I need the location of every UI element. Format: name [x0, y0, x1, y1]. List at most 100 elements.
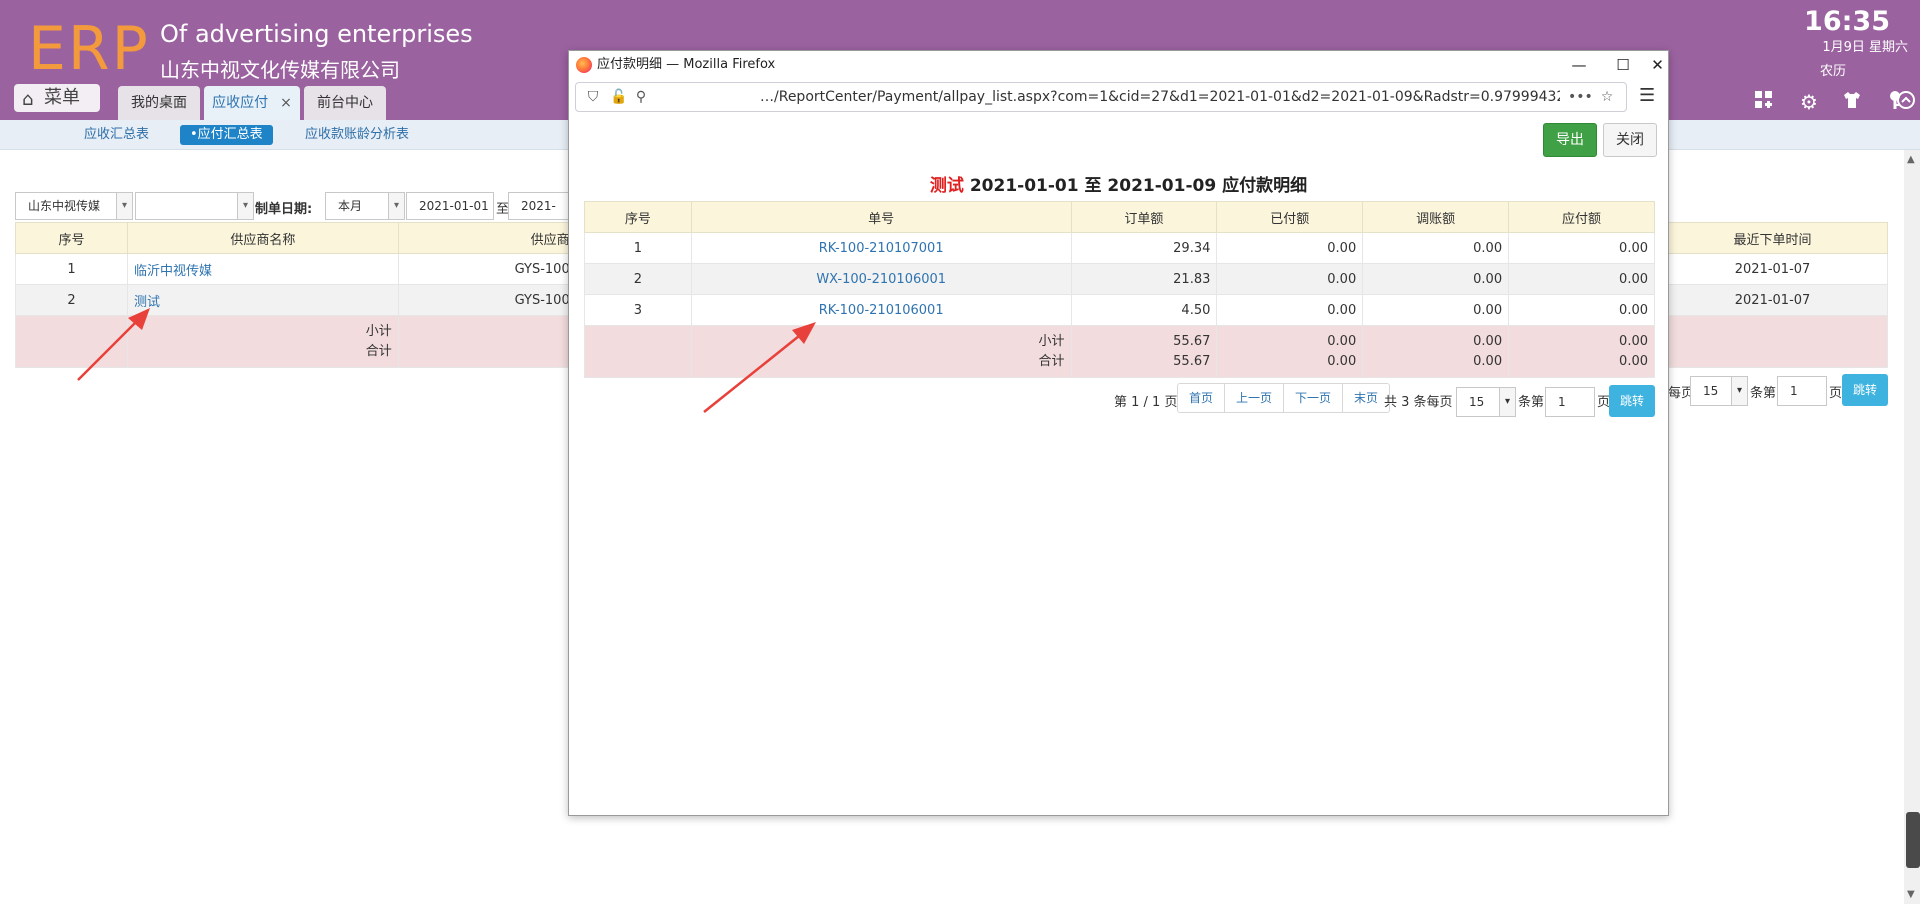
- export-button[interactable]: 导出: [1543, 123, 1597, 157]
- row-number: 3: [584, 294, 692, 326]
- total-payable: 0.00: [1619, 353, 1648, 369]
- supplier-code: GYS-100-0: [397, 253, 584, 285]
- cell-empty: [397, 315, 584, 368]
- row-number: 1: [15, 253, 128, 285]
- adjust-amount: 0.00: [1362, 263, 1510, 295]
- total-labels: 小计 合计: [126, 315, 399, 368]
- menu-label: 菜单: [44, 87, 80, 108]
- logo: ERP: [28, 14, 150, 84]
- pager-last[interactable]: 末页: [1343, 384, 1389, 412]
- subtotal-payable: 0.00: [1619, 333, 1648, 349]
- close-button[interactable]: 关闭: [1603, 123, 1657, 157]
- subnav-aging-analysis[interactable]: 应收款账龄分析表: [305, 125, 409, 145]
- page-number-input[interactable]: 1: [1545, 387, 1595, 417]
- supplier-link[interactable]: 临沂中视传媒: [134, 264, 212, 279]
- maximize-icon[interactable]: ☐: [1601, 51, 1645, 79]
- tab-my-desktop[interactable]: 我的桌面: [118, 86, 200, 120]
- pager-count-info: 共 3 条每页: [1384, 395, 1453, 410]
- close-icon[interactable]: ×: [280, 95, 292, 111]
- chevron-down-icon: ▾: [116, 193, 132, 219]
- order-link[interactable]: WX-100-210106001: [816, 272, 946, 287]
- url-text[interactable]: …/ReportCenter/Payment/allpay_list.aspx?…: [760, 83, 1560, 111]
- subnav-payable-summary[interactable]: •应付汇总表: [180, 125, 273, 145]
- col-header: 序号: [584, 201, 692, 233]
- tab-label: 我的桌面: [131, 95, 187, 111]
- bg-pager-item-label: 条第: [1750, 386, 1777, 401]
- chevron-down-icon: ▾: [1499, 388, 1515, 416]
- subtotal-paid: 0.00: [1327, 333, 1357, 349]
- pager-first[interactable]: 首页: [1178, 384, 1226, 412]
- window-title: 应付款明细 — Mozilla Firefox: [597, 57, 776, 72]
- adjust-amount: 0.00: [1362, 294, 1510, 326]
- total-adjust: 0.00: [1473, 353, 1503, 369]
- payable-amount: 0.00: [1508, 263, 1655, 295]
- clock: 16:35: [1804, 6, 1890, 37]
- col-header: 序号: [15, 222, 128, 254]
- order-link[interactable]: RK-100-210106001: [819, 303, 944, 318]
- annotation-arrow: [77, 308, 150, 381]
- menu-button[interactable]: ⌂ 菜单: [14, 84, 100, 112]
- home-icon: ⌂: [22, 89, 34, 110]
- tab-receivable-payable[interactable]: 应收应付 ×: [204, 86, 300, 120]
- order-link[interactable]: RK-100-210107001: [819, 241, 944, 256]
- period-select-value: 本月: [338, 199, 363, 213]
- col-header: 已付额: [1216, 201, 1364, 233]
- table-header-row: 序号 单号 订单额 已付额 调账额 应付额: [584, 201, 1655, 233]
- date: 1月9日 星期六: [1822, 40, 1908, 55]
- chevron-up-icon[interactable]: [1896, 90, 1916, 114]
- lunar-calendar-link[interactable]: 农历: [1820, 60, 1846, 79]
- start-date-input[interactable]: 2021-01-01: [406, 192, 494, 220]
- company-select[interactable]: 山东中视传媒 ▾: [15, 192, 133, 220]
- bookmark-star-icon[interactable]: ☆: [1598, 88, 1616, 106]
- last-order-date: 2021-01-07: [1657, 253, 1888, 285]
- scroll-down-icon[interactable]: ▼: [1907, 889, 1915, 900]
- cell-empty: [1657, 315, 1888, 368]
- close-window-icon[interactable]: ✕: [1645, 51, 1670, 79]
- payable-amount: 0.00: [1508, 294, 1655, 326]
- chevron-down-icon: ▾: [1731, 377, 1747, 405]
- bg-jump-button[interactable]: 跳转: [1842, 374, 1888, 406]
- secondary-select[interactable]: ▾: [135, 192, 254, 220]
- period-select[interactable]: 本月 ▾: [325, 192, 405, 220]
- page-size-select[interactable]: 15 ▾: [1456, 387, 1516, 417]
- row-number: 2: [584, 263, 692, 295]
- pager-next[interactable]: 下一页: [1284, 384, 1344, 412]
- end-date-input[interactable]: 2021-01-: [508, 192, 568, 239]
- minimize-icon[interactable]: —: [1557, 51, 1601, 79]
- row-number: 1: [584, 232, 692, 264]
- permissions-icon[interactable]: ⚲: [632, 88, 650, 106]
- report-title-range: 2021-01-01 至 2021-01-09 应付款明细: [963, 176, 1308, 196]
- shirt-icon[interactable]: [1840, 90, 1864, 114]
- annotation-arrow: [703, 322, 816, 413]
- side-widget[interactable]: [1906, 812, 1920, 868]
- table-row: 2 WX-100-210106001 21.83 0.00 0.00 0.00: [584, 263, 1655, 295]
- apps-grid-icon[interactable]: [1752, 90, 1776, 114]
- subnav-receivable-summary[interactable]: 应收汇总表: [84, 125, 149, 145]
- shield-icon[interactable]: ⛉: [584, 88, 602, 106]
- url-bar[interactable]: ⛉ 🔓 ⚲ …/ReportCenter/Payment/allpay_list…: [575, 82, 1627, 112]
- order-amount-totals: 55.67 55.67: [1070, 325, 1218, 378]
- more-actions-icon[interactable]: •••: [1568, 88, 1593, 106]
- col-header: 最近下单时间: [1657, 222, 1888, 254]
- col-header: 单号: [690, 201, 1072, 233]
- report-title: 测试 2021-01-01 至 2021-01-09 应付款明细: [569, 171, 1668, 196]
- total-order-amount: 55.67: [1173, 353, 1211, 369]
- bg-page-size-select[interactable]: 15 ▾: [1690, 376, 1748, 406]
- bg-page-input[interactable]: 1: [1777, 376, 1827, 406]
- pager-prev[interactable]: 上一页: [1225, 384, 1285, 412]
- tab-label: 前台中心: [317, 95, 373, 111]
- col-header: 调账额: [1362, 201, 1510, 233]
- chevron-down-icon: ▾: [237, 193, 253, 219]
- cell-empty: [584, 325, 692, 378]
- jump-button[interactable]: 跳转: [1609, 385, 1655, 417]
- gear-icon[interactable]: ⚙: [1797, 90, 1821, 114]
- col-header: 供应商名称: [126, 222, 399, 254]
- insecure-lock-icon[interactable]: 🔓: [610, 88, 628, 106]
- header-toolbar: ⚙: [1700, 86, 1920, 116]
- brand-english: Of advertising enterprises: [160, 20, 473, 48]
- hamburger-menu-icon[interactable]: ☰: [1639, 85, 1655, 106]
- adjust-amount-totals: 0.00 0.00: [1362, 325, 1510, 378]
- page-scrollbar[interactable]: ▲ ▼: [1904, 150, 1920, 904]
- scroll-up-icon[interactable]: ▲: [1907, 154, 1915, 165]
- tab-front-center[interactable]: 前台中心: [304, 86, 386, 120]
